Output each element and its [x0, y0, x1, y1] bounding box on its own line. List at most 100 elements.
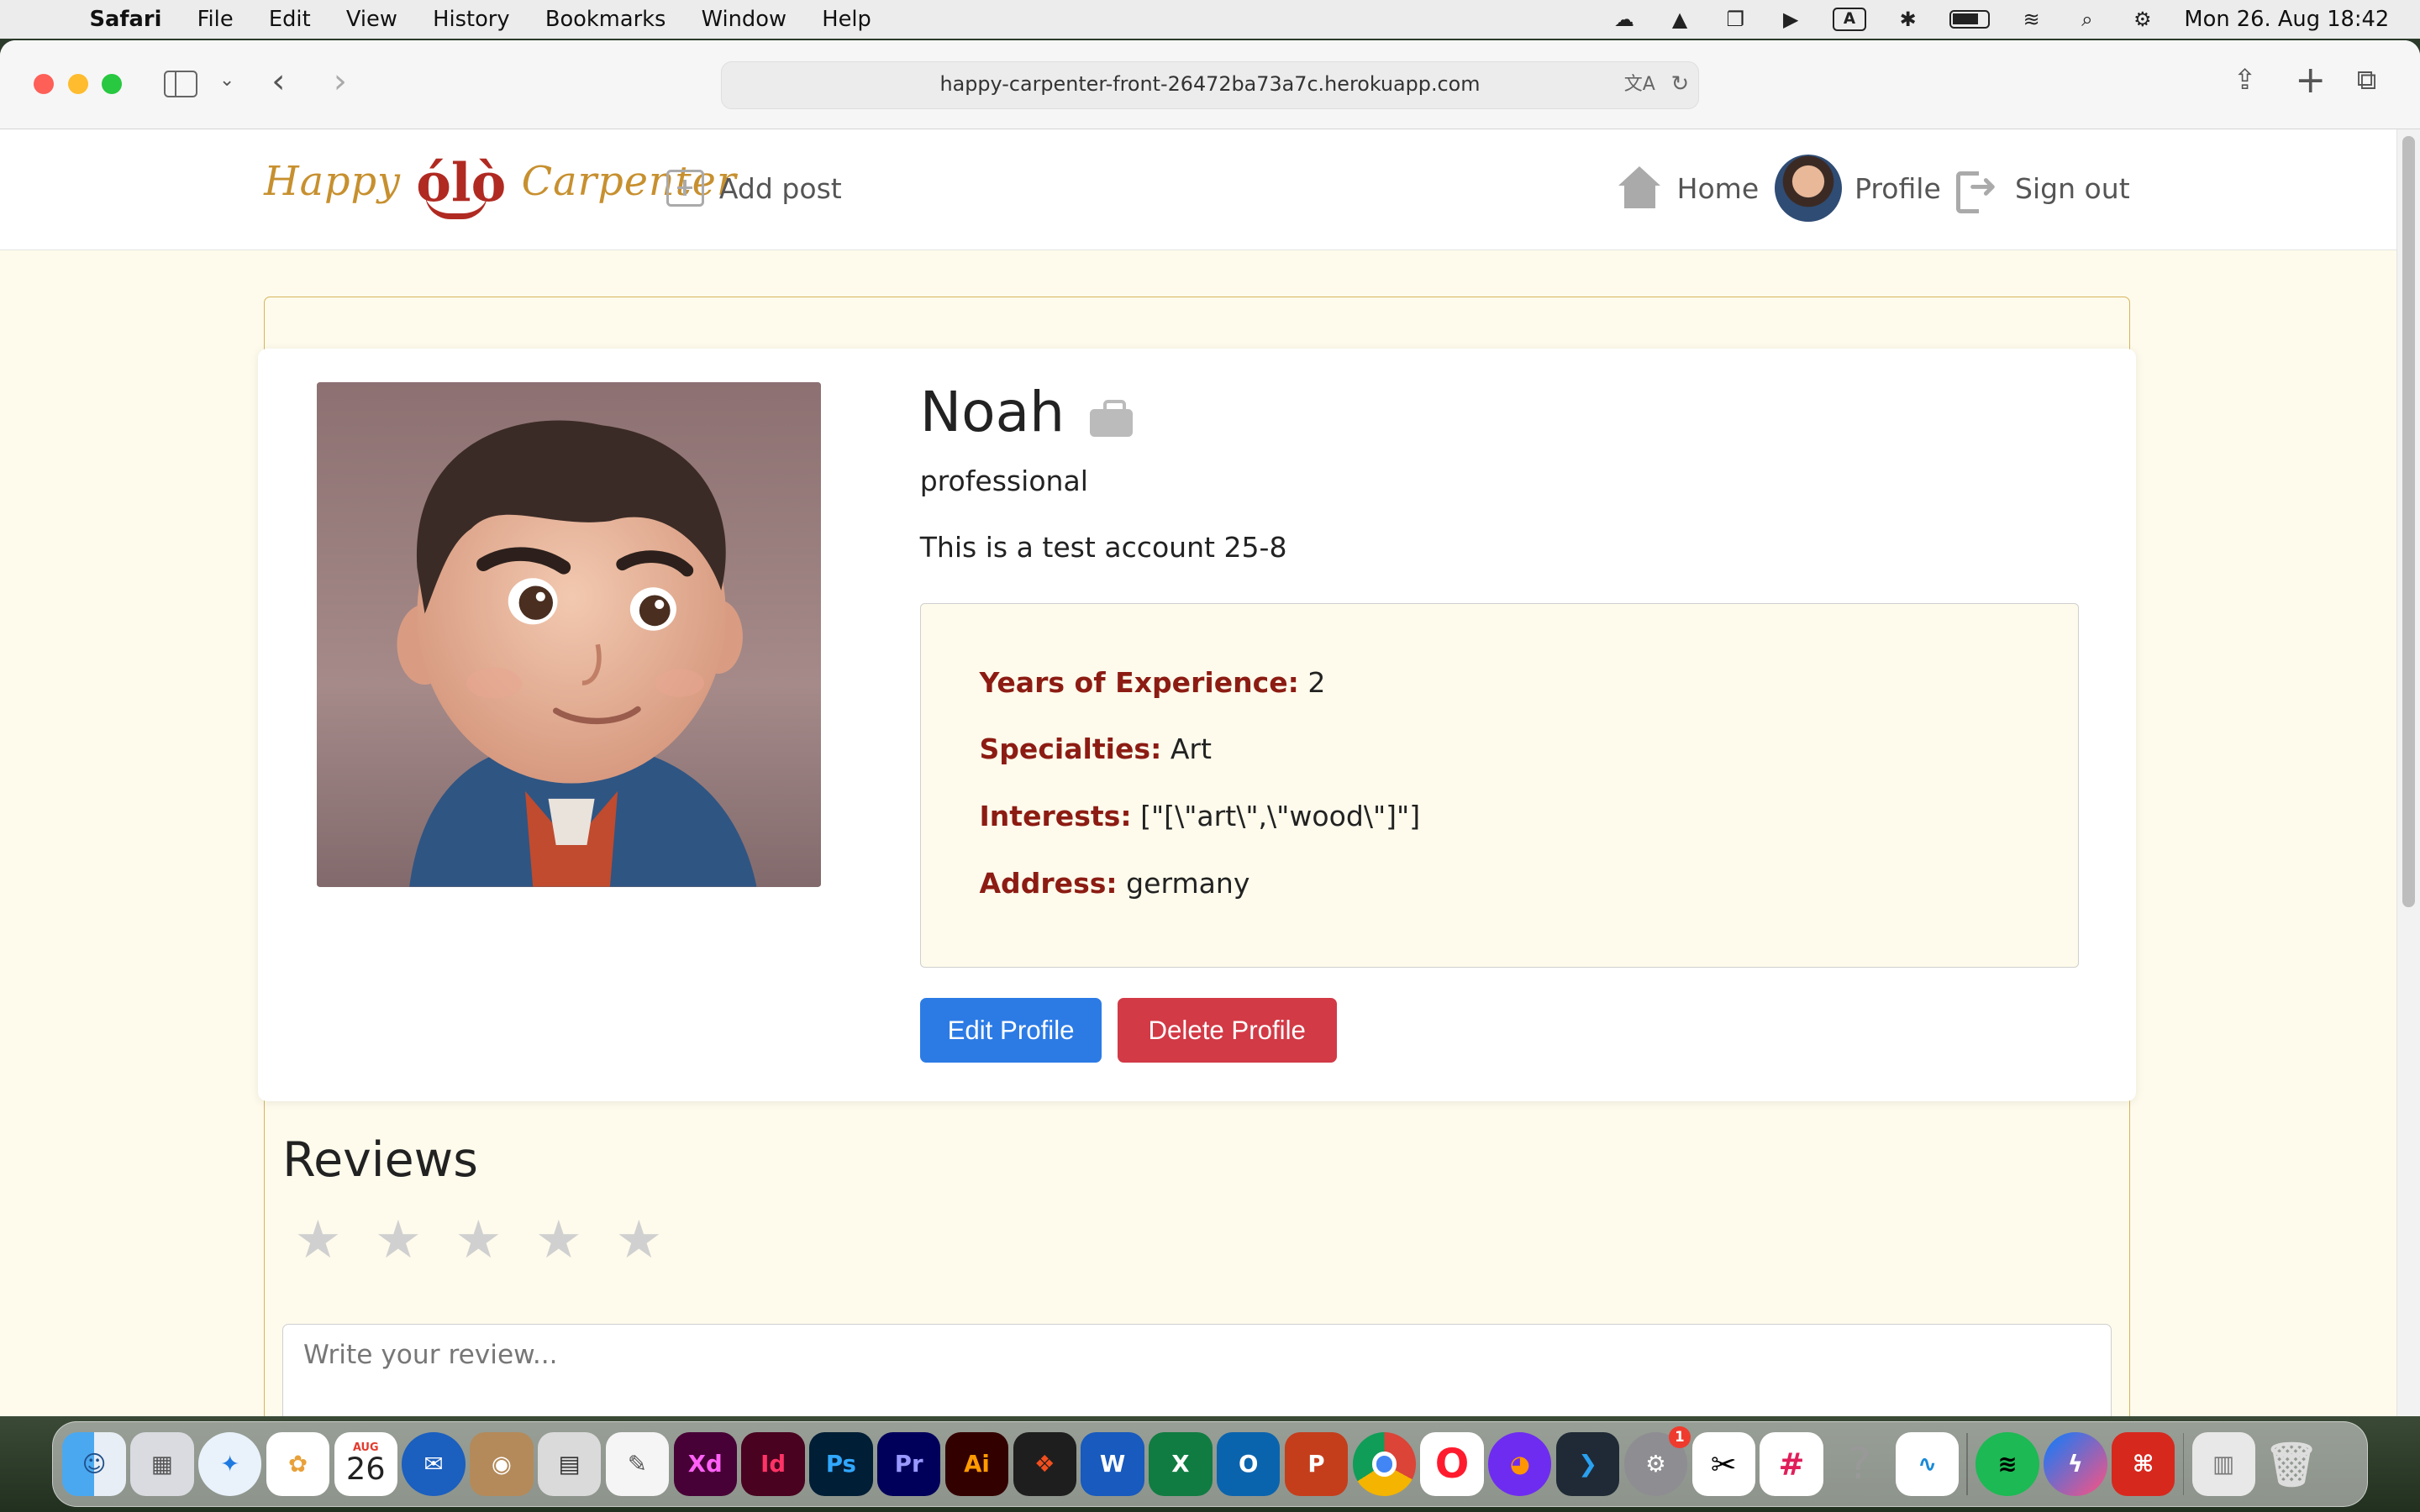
adobe-indesign-icon[interactable]: Id [741, 1432, 805, 1496]
photos-icon[interactable]: ✿ [266, 1432, 330, 1496]
star-3-icon[interactable]: ★ [454, 1214, 503, 1266]
add-post-link[interactable]: Add post [666, 170, 842, 207]
messenger-icon[interactable]: ϟ [2044, 1432, 2107, 1496]
trash-icon[interactable]: 🗑 [2260, 1432, 2323, 1495]
calculator-icon[interactable]: ▤ [538, 1432, 602, 1496]
capcut-icon[interactable]: ✂ [1691, 1432, 1755, 1496]
bluetooth-icon[interactable]: ✱ [1894, 8, 1922, 31]
web-page: Happy ólò Carpenter Add post Home Profil… [0, 129, 2397, 1417]
settings-badge: 1 [1669, 1426, 1691, 1448]
play-icon[interactable]: ▶ [1777, 8, 1805, 31]
launchpad-icon[interactable]: ▦ [130, 1432, 194, 1496]
tab-group-chevron-icon[interactable]: ⌄ [219, 70, 234, 91]
menu-history[interactable]: History [433, 7, 509, 32]
calendar-icon[interactable]: AUG 26 [334, 1432, 397, 1496]
figma-icon[interactable]: ❖ [1013, 1432, 1076, 1496]
help-icon[interactable]: ? [1828, 1432, 1891, 1495]
scrollbar-thumb[interactable] [2402, 135, 2415, 907]
menu-window[interactable]: Window [702, 7, 786, 32]
home-link[interactable]: Home [1615, 166, 1759, 209]
avatar [1774, 154, 1843, 223]
close-window-button[interactable] [34, 74, 55, 95]
delete-profile-button[interactable]: Delete Profile [1117, 998, 1337, 1063]
adobe-illustrator-icon[interactable]: Ai [944, 1432, 1009, 1496]
address-bar[interactable]: happy-carpenter-front-26472ba73a7c.herok… [720, 61, 1700, 110]
finder-icon[interactable]: ☺ [62, 1432, 126, 1496]
wifi-icon[interactable]: ≋ [2018, 8, 2045, 31]
menu-app-safari[interactable]: Safari [90, 7, 162, 32]
add-post-icon [666, 170, 704, 207]
menubar-clock[interactable]: Mon 26. Aug 18:42 [2184, 7, 2389, 32]
menu-bookmarks[interactable]: Bookmarks [545, 7, 666, 32]
detail-label: Interests: [979, 800, 1132, 833]
spotify-icon[interactable]: ≋ [1975, 1432, 2039, 1496]
detail-value: 2 [1307, 665, 1326, 699]
new-tab-icon[interactable]: + [2295, 59, 2326, 102]
adobe-photoshop-icon[interactable]: Ps [809, 1432, 873, 1496]
dock-separator [1966, 1433, 1969, 1495]
menu-help[interactable]: Help [822, 7, 871, 32]
firefox-icon[interactable]: ◕ [1488, 1432, 1552, 1496]
vscode-icon[interactable]: ❯ [1555, 1432, 1620, 1496]
freeform-icon[interactable]: ∿ [1895, 1432, 1960, 1496]
thunderbird-icon[interactable]: ✉ [402, 1432, 466, 1496]
detail-label: Address: [979, 867, 1118, 900]
minimize-window-button[interactable] [67, 74, 88, 95]
page-scrollbar[interactable] [2396, 129, 2420, 1417]
slack-icon[interactable]: # [1760, 1432, 1823, 1496]
safari-icon[interactable]: ✦ [198, 1432, 262, 1496]
logo-text-happy: Happy [264, 159, 401, 206]
opera-icon[interactable]: O [1420, 1432, 1484, 1496]
chrome-icon[interactable] [1352, 1432, 1416, 1496]
windows-icon[interactable]: ❐ [1722, 8, 1749, 31]
keyboard-input-icon[interactable]: A [1832, 8, 1867, 31]
star-2-icon[interactable]: ★ [373, 1214, 423, 1266]
translate-icon[interactable]: 文A [1624, 62, 1655, 107]
sidebar-toggle-icon[interactable] [163, 71, 198, 97]
dock: ☺ ▦ ✦ ✿ AUG 26 ✉ ◉ ▤ ✎ Xd Id Ps Pr Ai ❖ … [52, 1420, 2368, 1508]
logo-face: ólò [416, 151, 506, 219]
profile-portrait-illustration [397, 420, 756, 888]
reload-icon[interactable]: ↻ [1671, 62, 1690, 107]
acrobat-icon[interactable]: ⌘ [2112, 1432, 2175, 1496]
documents-stack-icon[interactable]: ▥ [2191, 1432, 2255, 1496]
site-navbar: Happy ólò Carpenter Add post Home Profil… [0, 129, 2397, 250]
powerpoint-icon[interactable]: P [1284, 1432, 1349, 1496]
menu-edit[interactable]: Edit [269, 7, 311, 32]
adobe-xd-icon[interactable]: Xd [673, 1432, 737, 1496]
detail-value: ["[\"art\",\"wood\"]"] [1140, 800, 1421, 833]
tab-overview-icon[interactable]: ⧉ [2357, 63, 2377, 97]
url-text: happy-carpenter-front-26472ba73a7c.herok… [939, 72, 1481, 97]
review-textarea[interactable] [282, 1323, 2112, 1417]
reviews-heading: Reviews [282, 1132, 478, 1189]
star-4-icon[interactable]: ★ [534, 1214, 583, 1266]
zoom-window-button[interactable] [102, 74, 123, 95]
menu-view[interactable]: View [346, 7, 397, 32]
home-label: Home [1676, 171, 1760, 205]
edit-profile-button[interactable]: Edit Profile [919, 998, 1102, 1063]
textedit-icon[interactable]: ✎ [605, 1432, 670, 1496]
share-icon[interactable]: ⇪ [2233, 63, 2257, 96]
contacts-icon[interactable]: ◉ [470, 1432, 534, 1496]
spotlight-search-icon[interactable]: ⌕ [2073, 8, 2101, 31]
forward-icon[interactable]: › [334, 60, 347, 101]
adobe-premiere-icon[interactable]: Pr [877, 1432, 941, 1496]
menu-file[interactable]: File [197, 7, 234, 32]
back-icon[interactable]: ‹ [271, 60, 285, 101]
sign-out-link[interactable]: Sign out [1956, 165, 2130, 214]
word-icon[interactable]: W [1081, 1432, 1144, 1496]
browser-toolbar: ⌄ ‹ › happy-carpenter-front-26472ba73a7c… [0, 39, 2420, 130]
system-settings-icon[interactable]: ⚙ 1 [1623, 1426, 1691, 1496]
sign-out-label: Sign out [2014, 171, 2130, 205]
star-1-icon[interactable]: ★ [293, 1214, 343, 1266]
control-center-icon[interactable]: ⚙ [2128, 8, 2156, 31]
excel-icon[interactable]: X [1149, 1432, 1213, 1496]
outlook-icon[interactable]: O [1217, 1432, 1281, 1496]
profile-bio: This is a test account 25-8 [919, 530, 1287, 564]
profile-link[interactable]: Profile [1774, 154, 1941, 223]
site-logo[interactable]: Happy ólò Carpenter [264, 151, 737, 219]
battery-icon[interactable] [1949, 9, 1991, 29]
star-5-icon[interactable]: ★ [614, 1214, 664, 1266]
cloud-icon[interactable]: ☁ [1610, 8, 1638, 31]
drive-icon[interactable]: ▲ [1666, 8, 1694, 31]
